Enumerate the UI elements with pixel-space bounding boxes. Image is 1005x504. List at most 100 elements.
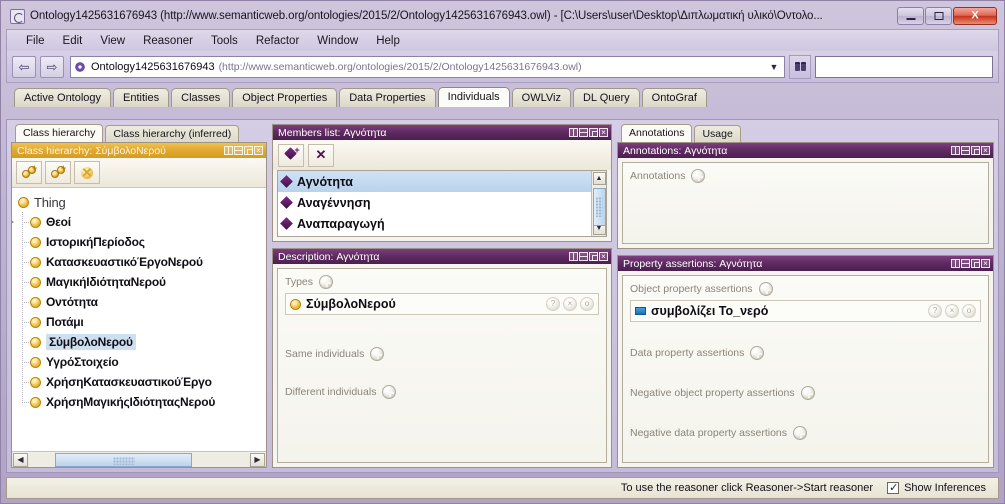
menu-item-view[interactable]: View: [91, 33, 134, 49]
tab-owlviz[interactable]: OWLViz: [511, 88, 571, 107]
tree-node-theoi[interactable]: Θεοί: [12, 212, 266, 232]
tree-node-magiki-idiotita-nerou[interactable]: ΜαγικήΙδιότηταΝερού: [16, 272, 266, 292]
expand-arrow-icon[interactable]: [12, 218, 14, 226]
back-button[interactable]: ⇦: [12, 55, 36, 78]
split-panel-icon[interactable]: [951, 259, 960, 268]
tree-node-potami[interactable]: Ποτάμι: [16, 312, 266, 332]
subtab-class-hierarchy[interactable]: Class hierarchy: [15, 124, 104, 142]
tab-classes[interactable]: Classes: [171, 88, 231, 107]
add-individual-button[interactable]: +: [278, 143, 304, 167]
members-list-area[interactable]: Αγνότητα Αναγέννηση Αναπαραγωγή ▲ ▼: [277, 170, 607, 237]
list-item[interactable]: Αγνότητα: [278, 171, 591, 192]
search-button[interactable]: [789, 54, 811, 79]
explain-button[interactable]: ?: [928, 304, 942, 318]
tab-ontograf[interactable]: OntoGraf: [641, 88, 707, 107]
tree-node-istoriki-periodos[interactable]: ΙστορικήΠερίοδος: [16, 232, 266, 252]
minimize-panel-icon[interactable]: [579, 128, 588, 137]
maximize-panel-icon[interactable]: [971, 146, 980, 155]
split-panel-icon[interactable]: [951, 146, 960, 155]
add-negative-data-property-assertion-button[interactable]: [793, 426, 808, 440]
subtab-class-hierarchy-inferred[interactable]: Class hierarchy (inferred): [105, 125, 240, 142]
type-entry[interactable]: ΣύμβολοΝερού ? × o: [285, 293, 599, 315]
tab-individuals[interactable]: Individuals: [437, 87, 510, 107]
add-different-individual-button[interactable]: [382, 385, 397, 399]
split-panel-icon[interactable]: [569, 128, 578, 137]
close-button[interactable]: X: [953, 7, 997, 25]
forward-button[interactable]: ⇨: [40, 55, 64, 78]
edit-type-button[interactable]: o: [580, 297, 594, 311]
tab-entities[interactable]: Entities: [113, 88, 170, 107]
tab-active-ontology[interactable]: Active Ontology: [14, 88, 112, 107]
tab-object-properties[interactable]: Object Properties: [232, 88, 338, 107]
tree-node-chrisi-magikis-idiotitas-nerou[interactable]: ΧρήσηΜαγικήςΙδιότηταςΝερού: [16, 392, 266, 412]
class-tree[interactable]: Thing Θεοί ΙστορικήΠερίοδος Κατασκευαστι…: [12, 188, 266, 451]
explain-button[interactable]: ?: [546, 297, 560, 311]
close-panel-icon[interactable]: [981, 146, 990, 155]
delete-class-button[interactable]: [74, 161, 100, 184]
maximize-button[interactable]: [925, 7, 952, 25]
split-panel-icon[interactable]: [569, 252, 578, 261]
ontology-selector[interactable]: Ontology1425631676943 (http://www.semant…: [70, 55, 785, 78]
tab-dl-query[interactable]: DL Query: [572, 88, 640, 107]
close-panel-icon[interactable]: [981, 259, 990, 268]
show-inferences-checkbox[interactable]: Show Inferences: [887, 481, 986, 494]
tree-node-ygro-stoicheio[interactable]: ΥγρόΣτοιχείο: [16, 352, 266, 372]
maximize-panel-icon[interactable]: [971, 259, 980, 268]
scroll-track[interactable]: [592, 186, 606, 226]
add-negative-object-property-assertion-button[interactable]: [800, 386, 815, 400]
close-panel-icon[interactable]: [599, 252, 608, 261]
maximize-panel-icon[interactable]: [589, 252, 598, 261]
minimize-button[interactable]: [897, 7, 924, 25]
tab-annotations[interactable]: Annotations: [621, 124, 693, 142]
minimize-panel-icon[interactable]: [234, 146, 243, 155]
tree-node-thing[interactable]: Thing: [16, 192, 266, 212]
checkbox-icon[interactable]: [887, 481, 900, 494]
scroll-up-button[interactable]: ▲: [592, 172, 606, 185]
scroll-thumb[interactable]: [592, 188, 606, 226]
add-type-button[interactable]: [319, 275, 334, 289]
tree-node-chrisi-kataskevastikou-ergou[interactable]: ΧρήσηΚατασκευαστικούΈργο: [16, 372, 266, 392]
tree-node-kataskevastiko-ergo-nerou[interactable]: ΚατασκευαστικόΈργοΝερού: [16, 252, 266, 272]
scroll-left-button[interactable]: ◀: [13, 452, 28, 467]
add-object-property-assertion-button[interactable]: [758, 282, 773, 296]
menu-item-refactor[interactable]: Refactor: [247, 33, 308, 49]
menu-item-file[interactable]: File: [17, 33, 54, 49]
maximize-panel-icon[interactable]: [244, 146, 253, 155]
maximize-panel-icon[interactable]: [589, 128, 598, 137]
add-subclass-button[interactable]: +: [16, 161, 42, 184]
close-panel-icon[interactable]: [599, 128, 608, 137]
chevron-down-icon[interactable]: ▼: [767, 62, 781, 72]
tree-node-symvolo-nerou[interactable]: ΣύμβολοΝερού: [16, 332, 266, 352]
menu-item-reasoner[interactable]: Reasoner: [134, 33, 202, 49]
scroll-thumb[interactable]: [55, 452, 192, 467]
tree-node-ontotita[interactable]: Οντότητα: [16, 292, 266, 312]
class-tree-horizontal-scrollbar[interactable]: ◀ ▶: [12, 451, 266, 467]
menu-item-window[interactable]: Window: [308, 33, 367, 49]
add-annotation-button[interactable]: [691, 169, 706, 183]
add-data-property-assertion-button[interactable]: [750, 346, 765, 360]
remove-assertion-button[interactable]: ×: [945, 304, 959, 318]
minimize-panel-icon[interactable]: [579, 252, 588, 261]
members-list-vertical-scrollbar[interactable]: ▲ ▼: [591, 171, 606, 236]
list-item[interactable]: Αναγέννηση: [278, 192, 591, 213]
scroll-right-button[interactable]: ▶: [250, 452, 265, 467]
minimize-panel-icon[interactable]: [961, 146, 970, 155]
object-property-assertion-entry[interactable]: συμβολίζει Το_νερό ? × o: [630, 300, 981, 322]
add-sibling-class-button[interactable]: +: [45, 161, 71, 184]
add-same-individual-button[interactable]: [370, 347, 385, 361]
minimize-panel-icon[interactable]: [961, 259, 970, 268]
scroll-track[interactable]: [29, 452, 249, 467]
menu-item-edit[interactable]: Edit: [54, 33, 92, 49]
list-item[interactable]: Αναπαραγωγή: [278, 213, 591, 234]
remove-type-button[interactable]: ×: [563, 297, 577, 311]
menu-item-help[interactable]: Help: [367, 33, 409, 49]
tab-usage[interactable]: Usage: [694, 125, 741, 142]
edit-assertion-button[interactable]: o: [962, 304, 976, 318]
search-input[interactable]: [815, 55, 993, 78]
delete-individual-button[interactable]: [308, 143, 334, 167]
tab-data-properties[interactable]: Data Properties: [339, 88, 436, 107]
class-icon: [30, 256, 41, 268]
split-panel-icon[interactable]: [224, 146, 233, 155]
close-panel-icon[interactable]: [254, 146, 263, 155]
menu-item-tools[interactable]: Tools: [202, 33, 247, 49]
